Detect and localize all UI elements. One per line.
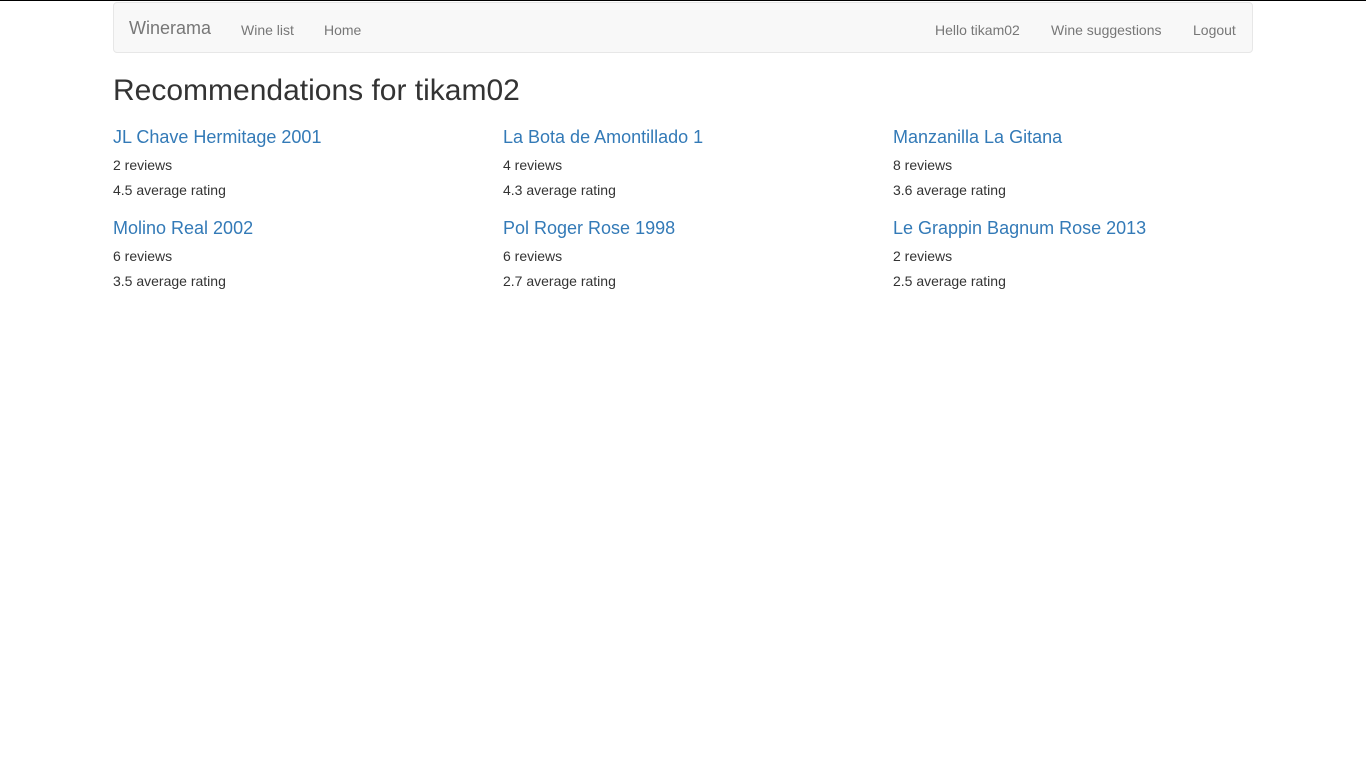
wine-name-link[interactable]: Pol Roger Rose 1998	[503, 218, 675, 238]
page-title: Recommendations for tikam02	[113, 74, 520, 107]
navbar: Winerama Wine list Home Hello tikam02 Wi…	[113, 2, 1253, 53]
review-count: 6 reviews	[113, 248, 173, 264]
average-rating: 4.3 average rating	[503, 182, 616, 198]
review-count: 2 reviews	[113, 157, 173, 173]
average-rating: 2.7 average rating	[503, 273, 616, 289]
review-count: 6 reviews	[503, 248, 563, 264]
review-count: 2 reviews	[893, 248, 953, 264]
nav-logout-link[interactable]: Logout	[1193, 20, 1236, 40]
average-rating: 2.5 average rating	[893, 273, 1006, 289]
average-rating: 3.6 average rating	[893, 182, 1006, 198]
wine-name-link[interactable]: Le Grappin Bagnum Rose 2013	[893, 218, 1146, 238]
average-rating: 3.5 average rating	[113, 273, 226, 289]
review-count: 8 reviews	[893, 157, 953, 173]
nav-home-link[interactable]: Home	[324, 20, 361, 40]
wine-name-link[interactable]: Manzanilla La Gitana	[893, 127, 1062, 147]
wine-name-link[interactable]: La Bota de Amontillado 1	[503, 127, 703, 147]
nav-wine-list-link[interactable]: Wine list	[241, 20, 294, 40]
wine-name-link[interactable]: Molino Real 2002	[113, 218, 253, 238]
average-rating: 4.5 average rating	[113, 182, 226, 198]
top-border	[0, 0, 1366, 1]
nav-user-greeting-link[interactable]: Hello tikam02	[935, 20, 1020, 40]
wine-name-link[interactable]: JL Chave Hermitage 2001	[113, 127, 321, 147]
nav-wine-suggestions-link[interactable]: Wine suggestions	[1051, 20, 1162, 40]
brand-link[interactable]: Winerama	[129, 18, 211, 38]
review-count: 4 reviews	[503, 157, 563, 173]
